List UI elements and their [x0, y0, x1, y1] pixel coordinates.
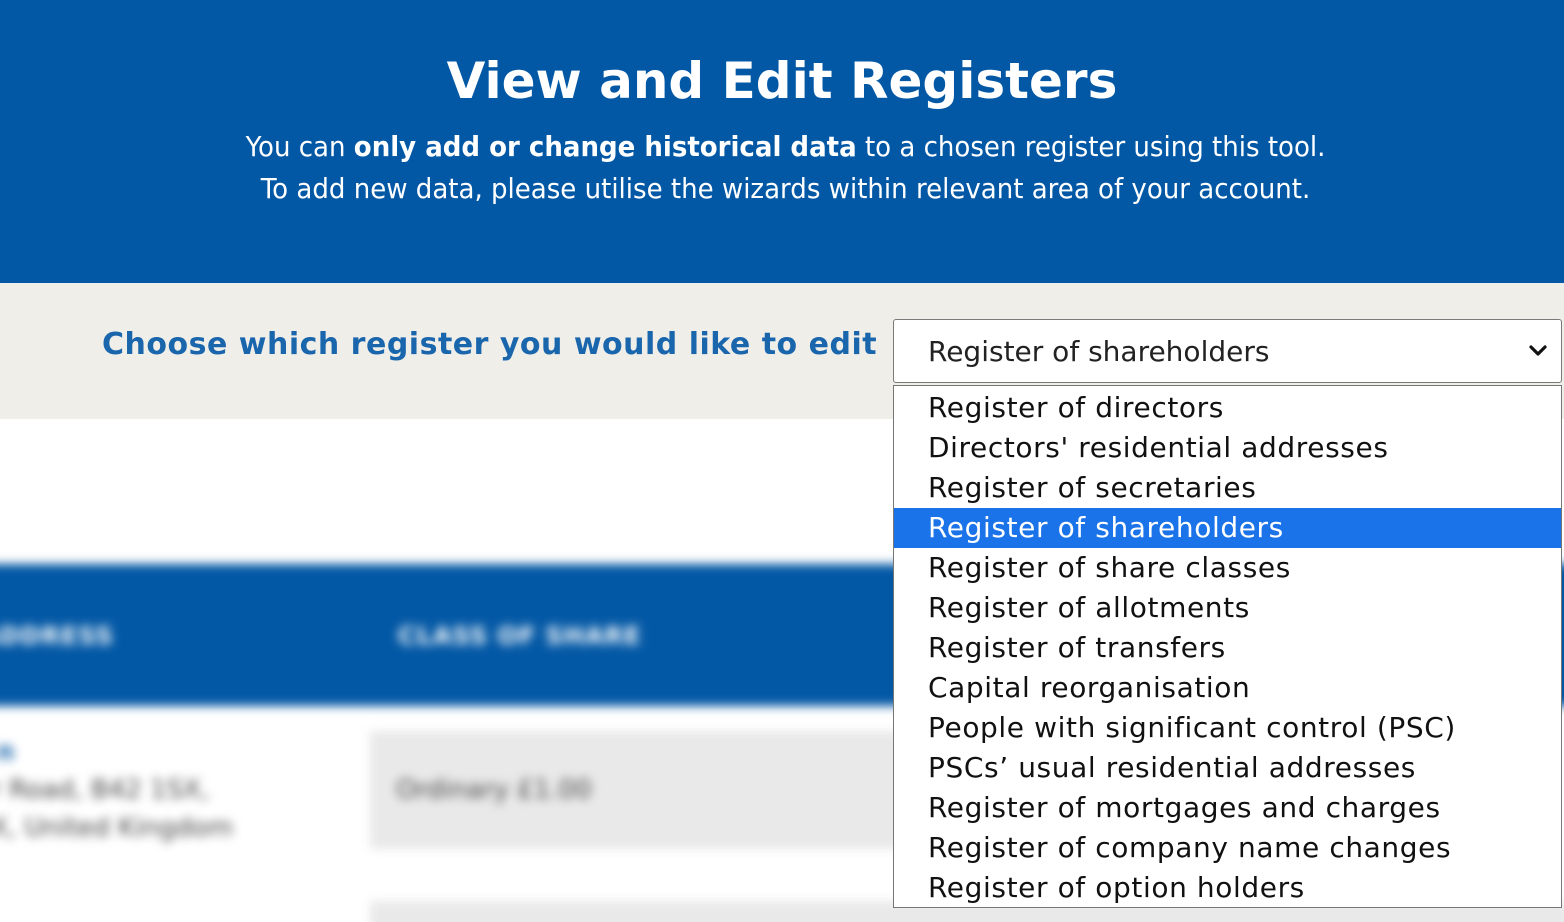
dropdown-option-allotments[interactable]: Register of allotments: [894, 588, 1561, 628]
header-line1-bold: only add or change historical data: [353, 130, 857, 163]
dropdown-option-directors[interactable]: Register of directors: [894, 388, 1561, 428]
dropdown-option-shareholders[interactable]: Register of shareholders: [894, 508, 1561, 548]
dropdown-option-capital-reorganisation[interactable]: Capital reorganisation: [894, 668, 1561, 708]
dropdown-option-psc[interactable]: People with significant control (PSC): [894, 708, 1561, 748]
dropdown-option-directors-residential-addresses[interactable]: Directors' residential addresses: [894, 428, 1561, 468]
table-cell-address-line3: X, United Kingdom: [0, 813, 234, 843]
dropdown-option-mortgages-charges[interactable]: Register of mortgages and charges: [894, 788, 1561, 828]
header-line1-suffix: to a chosen register using this tool.: [856, 130, 1326, 163]
register-select[interactable]: Register of shareholders: [893, 319, 1562, 383]
register-dropdown-list: Register of directors Directors' residen…: [893, 385, 1562, 908]
table-header-class-of-share: CLASS OF SHARE: [398, 622, 642, 650]
register-chooser-label: Choose which register you would like to …: [102, 327, 878, 362]
header-banner: View and Edit Registers You can only add…: [0, 0, 1564, 283]
page-title: View and Edit Registers: [446, 52, 1118, 110]
header-line1-prefix: You can: [245, 130, 354, 163]
dropdown-option-option-holders[interactable]: Register of option holders: [894, 868, 1561, 908]
page: View and Edit Registers You can only add…: [0, 0, 1564, 922]
table-cell-class-of-share: Ordinary £1.00: [396, 775, 592, 805]
table-header-address: ADDRESS: [0, 622, 114, 650]
header-description-line1: You can only add or change historical da…: [58, 130, 1513, 164]
dropdown-option-secretaries[interactable]: Register of secretaries: [894, 468, 1561, 508]
table-cell-name: n: [0, 737, 15, 767]
table-cell-address-line2: r Road, B42 1SX,: [0, 775, 210, 805]
header-description-line2: To add new data, please utilise the wiza…: [260, 172, 1311, 205]
register-select-value: Register of shareholders: [928, 335, 1270, 368]
dropdown-option-transfers[interactable]: Register of transfers: [894, 628, 1561, 668]
chevron-down-icon: [1529, 345, 1547, 356]
dropdown-option-psc-residential-addresses[interactable]: PSCs’ usual residential addresses: [894, 748, 1561, 788]
dropdown-option-share-classes[interactable]: Register of share classes: [894, 548, 1561, 588]
dropdown-option-company-name-changes[interactable]: Register of company name changes: [894, 828, 1561, 868]
